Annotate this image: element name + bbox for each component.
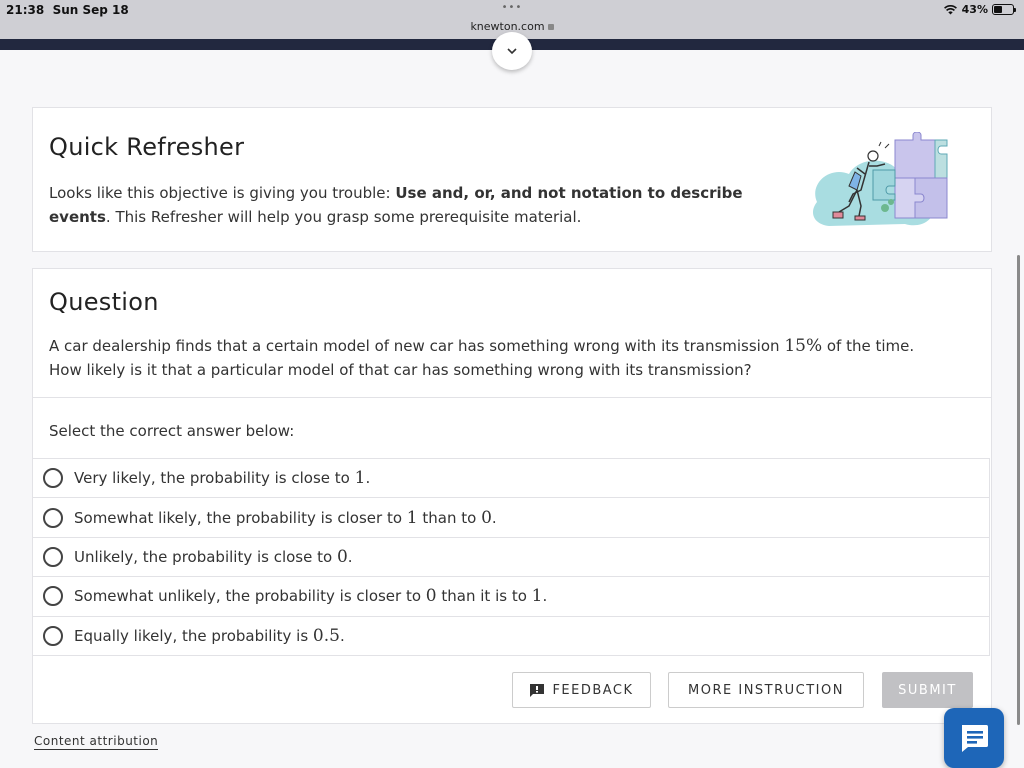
more-instruction-button[interactable]: MORE INSTRUCTION <box>668 672 864 708</box>
page-scrollbar[interactable] <box>1017 255 1020 725</box>
url-text: knewton.com <box>470 20 545 33</box>
feedback-label: FEEDBACK <box>552 682 634 698</box>
chat-button[interactable] <box>944 708 1004 768</box>
multitask-dots[interactable]: ••• <box>0 2 1024 13</box>
content-attribution-link[interactable]: Content attribution <box>34 734 159 750</box>
answer-option-label: Very likely, the probability is close to… <box>74 468 371 489</box>
question-card: Question A car dealership finds that a c… <box>32 268 992 724</box>
submit-button[interactable]: SUBMIT <box>882 672 973 708</box>
status-indicators: 43% <box>943 3 1016 16</box>
chat-icon <box>962 725 988 752</box>
refresher-card: Quick Refresher Looks like this objectiv… <box>32 107 992 252</box>
question-text: A car dealership finds that a certain mo… <box>49 336 915 379</box>
question-title: Question <box>49 288 159 316</box>
wifi-icon <box>943 4 957 15</box>
refresher-title: Quick Refresher <box>49 133 245 161</box>
question-header: Question A car dealership finds that a c… <box>33 269 991 398</box>
radio-button[interactable] <box>43 507 63 528</box>
answer-option-label: Equally likely, the probability is 0.5. <box>74 625 345 646</box>
answer-option[interactable]: Equally likely, the probability is 0.5. <box>33 616 990 656</box>
answer-option-label: Somewhat unlikely, the probability is cl… <box>74 586 548 607</box>
radio-button[interactable] <box>43 625 63 646</box>
refresher-text: Looks like this objective is giving you … <box>49 184 743 226</box>
answer-option-label: Unlikely, the probability is close to 0. <box>74 546 353 567</box>
puzzle-illustration <box>813 132 948 226</box>
radio-button[interactable] <box>43 586 63 607</box>
battery-icon <box>992 4 1016 15</box>
feedback-icon <box>530 683 545 697</box>
answer-option[interactable]: Unlikely, the probability is close to 0. <box>33 537 990 578</box>
answer-options: Very likely, the probability is close to… <box>33 458 990 656</box>
radio-button[interactable] <box>43 468 63 489</box>
question-percent: 15% <box>784 336 823 356</box>
lock-icon <box>547 24 554 30</box>
feedback-button[interactable]: FEEDBACK <box>512 672 651 708</box>
answer-option[interactable]: Very likely, the probability is close to… <box>33 459 990 499</box>
chevron-down-icon <box>507 48 517 55</box>
radio-button[interactable] <box>43 546 63 567</box>
answer-option[interactable]: Somewhat unlikely, the probability is cl… <box>33 577 990 617</box>
select-answer-label: Select the correct answer below: <box>49 422 295 440</box>
battery-percent: 43% <box>961 3 988 16</box>
answer-option-label: Somewhat likely, the probability is clos… <box>74 507 497 528</box>
collapse-header-button[interactable] <box>492 32 532 70</box>
answer-option[interactable]: Somewhat likely, the probability is clos… <box>33 498 990 538</box>
